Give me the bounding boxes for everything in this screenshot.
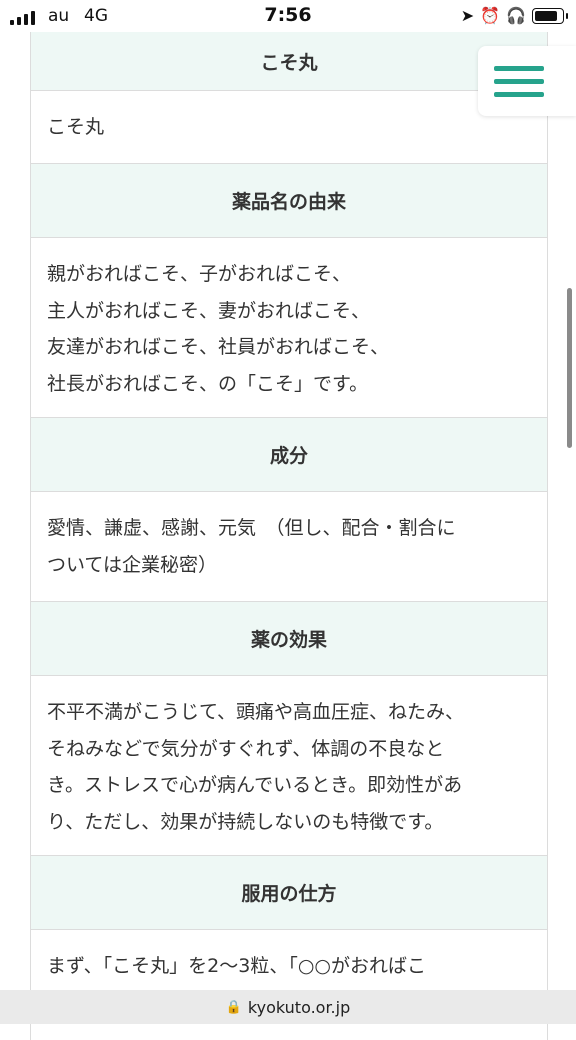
lock-icon: 🔒 bbox=[225, 999, 242, 1015]
content-line: 友達がおればこそ、社員がおればこそ、 bbox=[47, 336, 390, 358]
table-content-row: 不平不満がこうじて、頭痛や高血圧症、ねたみ、 そねみなどで気分がすぐれず、体調の… bbox=[31, 676, 547, 856]
status-icons: ➤ ⏰ 🎧 bbox=[460, 6, 568, 26]
url-domain: kyokuto.or.jp bbox=[247, 997, 351, 1017]
table-content-row: こそ丸 bbox=[31, 91, 547, 164]
browser-url-bar[interactable]: 🔒 kyokuto.or.jp bbox=[0, 990, 576, 1024]
content-line: そねみなどで気分がすぐれず、体調の不良なと bbox=[47, 737, 445, 760]
menu-button[interactable] bbox=[478, 46, 576, 116]
header-origin: 薬品名の由来 bbox=[231, 191, 346, 213]
headphones-icon: 🎧 bbox=[506, 6, 526, 25]
table-header-row: 成分 bbox=[31, 418, 547, 492]
header-effects: 薬の効果 bbox=[250, 629, 327, 651]
scrollbar[interactable] bbox=[567, 288, 572, 448]
content-line: ついては企業秘密） bbox=[47, 553, 218, 576]
content-line: 不平不満がこうじて、頭痛や高血圧症、ねたみ、 bbox=[47, 701, 465, 723]
medicine-info-table: こそ丸 こそ丸 薬品名の由来 親がおればこそ、子がおればこそ、 主人がおればこそ… bbox=[30, 32, 548, 1040]
header-dosage: 服用の仕方 bbox=[241, 883, 337, 905]
table-content-row: 親がおればこそ、子がおればこそ、 主人がおればこそ、妻がおればこそ、 友達がおれ… bbox=[31, 238, 547, 418]
content-line: 愛情、謙虚、感謝、元気 （但し、配合・割合に bbox=[47, 517, 456, 539]
header-ingredients: 成分 bbox=[269, 445, 308, 467]
header-name: こそ丸 bbox=[260, 51, 318, 74]
table-content-row: 愛情、謙虚、感謝、元気 （但し、配合・割合に ついては企業秘密） bbox=[31, 492, 547, 602]
table-header-row: 服用の仕方 bbox=[31, 856, 547, 930]
battery-icon bbox=[532, 8, 568, 24]
alarm-icon: ⏰ bbox=[480, 6, 501, 25]
content-line: 社長がおればこそ、の「こそ」です。 bbox=[47, 372, 369, 395]
content-line: こそ丸 bbox=[47, 116, 105, 138]
table-header-row: 薬品名の由来 bbox=[31, 164, 547, 238]
table-header-row: 薬の効果 bbox=[31, 602, 547, 676]
location-arrow-icon: ➤ bbox=[460, 6, 475, 25]
content-line: 主人がおればこそ、妻がおればこそ、 bbox=[47, 299, 371, 322]
status-bar: au 4G 7:56 ➤ ⏰ 🎧 bbox=[0, 0, 576, 32]
content-line: り、ただし、効果が持続しないのも特徴です。 bbox=[47, 810, 444, 833]
content-line: まず、「こそ丸」を2〜3粒、「○○がおればこ bbox=[47, 955, 427, 977]
content-line: 親がおればこそ、子がおればこそ、 bbox=[47, 263, 352, 285]
table-header-row: こそ丸 bbox=[31, 32, 547, 91]
content-line: き。ストレスで心が病んでいるとき。即効性があ bbox=[47, 774, 463, 796]
